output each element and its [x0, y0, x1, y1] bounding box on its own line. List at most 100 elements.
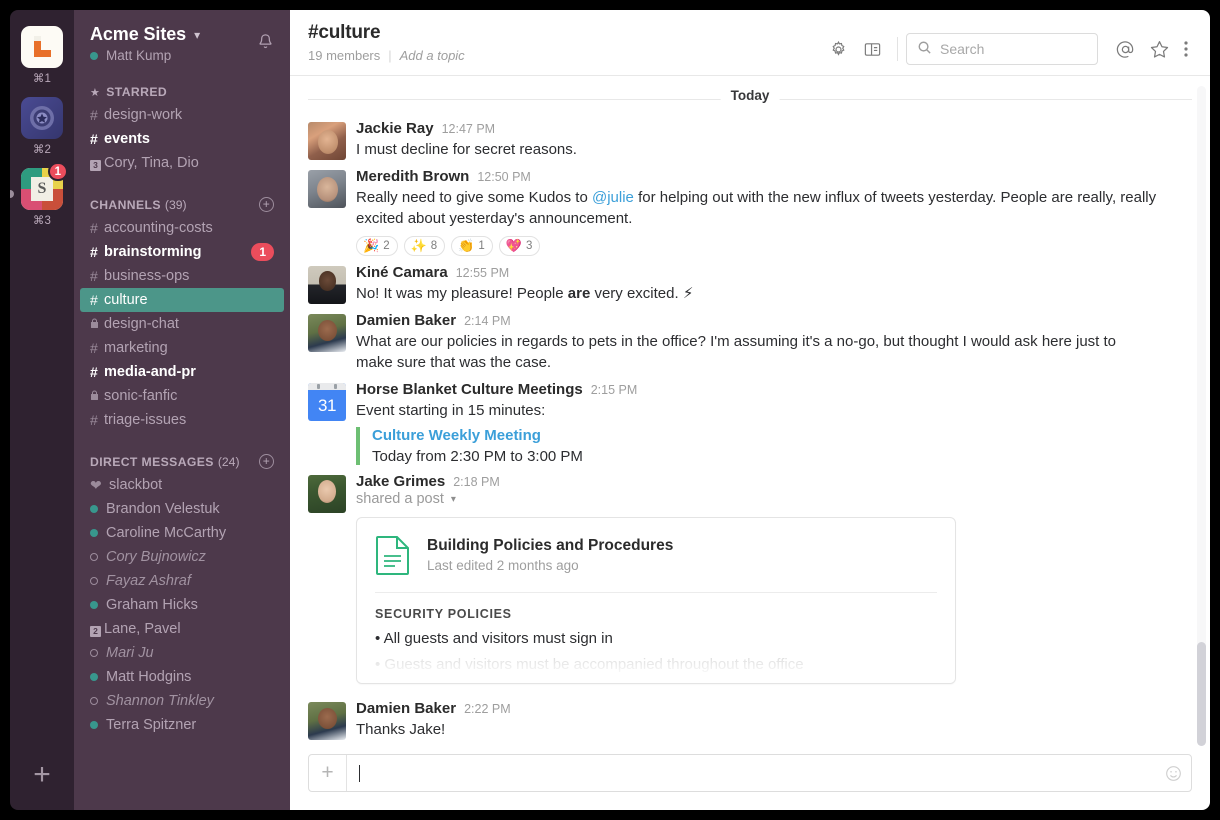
- sidebar-item-graham-hicks[interactable]: Graham Hicks: [74, 593, 290, 617]
- message-timestamp[interactable]: 12:50 PM: [477, 170, 531, 184]
- sidebar-item-label: Shannon Tinkley: [106, 693, 214, 709]
- message-author[interactable]: Jake Grimes: [356, 473, 445, 490]
- message-author[interactable]: Kiné Camara: [356, 264, 448, 281]
- reaction-sparkling-heart[interactable]: 💖 3: [499, 236, 541, 256]
- message-scrollbar-thumb[interactable]: [1197, 642, 1206, 746]
- workspace-acme-sites[interactable]: ⌘1: [10, 26, 74, 85]
- hash-icon: #: [90, 340, 104, 356]
- sidebar-item-sonic-fanfic[interactable]: sonic-fanfic: [74, 384, 290, 408]
- section-count: (24): [218, 455, 240, 469]
- sidebar-item-label: media-and-pr: [104, 364, 196, 380]
- star-outline-icon[interactable]: [1142, 32, 1176, 66]
- presence-away-icon: [90, 553, 98, 561]
- message-composer[interactable]: +: [308, 754, 1192, 792]
- avatar[interactable]: [308, 266, 346, 304]
- lock-icon: [90, 316, 104, 332]
- post-title[interactable]: Building Policies and Procedures: [427, 537, 673, 555]
- sidebar-item-triage-issues[interactable]: # triage-issues: [74, 408, 290, 432]
- event-title-link[interactable]: Culture Weekly Meeting: [372, 427, 1192, 444]
- sidebar-item-design-chat[interactable]: design-chat: [74, 312, 290, 336]
- sidebar-item-caroline-mccarthy[interactable]: Caroline McCarthy: [74, 521, 290, 545]
- sidebar-item-label: design-work: [104, 107, 182, 123]
- workspace-rail: ⌘1 ⌘2 1 S: [10, 10, 74, 810]
- hash-icon: #: [90, 244, 104, 260]
- member-count[interactable]: 19 members: [308, 48, 380, 63]
- message-author[interactable]: Damien Baker: [356, 700, 456, 717]
- reaction-count: 2: [383, 240, 389, 252]
- plus-icon[interactable]: +: [309, 755, 347, 791]
- message-timestamp[interactable]: 12:47 PM: [442, 122, 496, 136]
- sidebar-item-culture[interactable]: # culture: [80, 288, 284, 312]
- message-timestamp[interactable]: 2:22 PM: [464, 702, 511, 716]
- dm-list: ❤ slackbot Brandon Velestuk Caroline McC…: [74, 473, 290, 737]
- add-channel-button[interactable]: +: [259, 197, 274, 212]
- sidebar-item-mari-ju[interactable]: Mari Ju: [74, 641, 290, 665]
- workspace-sonic[interactable]: 1 S ⌘3: [10, 168, 74, 227]
- reaction-sparkles[interactable]: ✨ 8: [404, 236, 446, 256]
- message-input[interactable]: [347, 755, 1155, 791]
- sidebar-item-label: brainstorming: [104, 244, 201, 260]
- avatar[interactable]: [308, 122, 346, 160]
- hash-icon: #: [90, 364, 104, 380]
- message-author[interactable]: Jackie Ray: [356, 120, 434, 137]
- unread-badge: 1: [251, 243, 274, 261]
- notification-bell-icon[interactable]: [256, 32, 275, 56]
- sidebar-item-matt-hodgins[interactable]: Matt Hodgins: [74, 665, 290, 689]
- avatar[interactable]: [308, 475, 346, 513]
- message-timestamp[interactable]: 2:18 PM: [453, 475, 500, 489]
- gear-icon[interactable]: [821, 32, 855, 66]
- sidebar-item-design-work[interactable]: # design-work: [74, 103, 290, 127]
- add-dm-button[interactable]: +: [259, 454, 274, 469]
- sidebar-item-business-ops[interactable]: # business-ops: [74, 264, 290, 288]
- sidebar-item-shannon-tinkley[interactable]: Shannon Tinkley: [74, 689, 290, 713]
- sidebar-item-media-and-pr[interactable]: # media-and-pr: [74, 360, 290, 384]
- sidebar-item-slackbot[interactable]: ❤ slackbot: [74, 473, 290, 497]
- current-user[interactable]: Matt Kump: [90, 48, 274, 63]
- sidebar-item-marketing[interactable]: # marketing: [74, 336, 290, 360]
- sidebar-item-lane-pavel[interactable]: 2 Lane, Pavel: [74, 617, 290, 641]
- post-preview: SECURITY POLICIES • All guests and visit…: [357, 593, 955, 683]
- channels-list: # accounting-costs # brainstorming 1 # b…: [74, 216, 290, 432]
- sidebar-item-terra-spitzner[interactable]: Terra Spitzner: [74, 713, 290, 737]
- emoji-smiley-icon[interactable]: [1155, 755, 1191, 791]
- sidebar-item-label: Cory Bujnowicz: [106, 549, 206, 565]
- message-author[interactable]: Damien Baker: [356, 312, 456, 329]
- hash-icon: #: [90, 412, 104, 428]
- message-timestamp[interactable]: 2:15 PM: [591, 383, 638, 397]
- shared-post-card[interactable]: Building Policies and Procedures Last ed…: [356, 517, 956, 684]
- add-workspace-button[interactable]: +: [10, 760, 74, 790]
- avatar[interactable]: [308, 314, 346, 352]
- day-divider: Today: [290, 88, 1210, 110]
- sidebar-item-brandon-velestuk[interactable]: Brandon Velestuk: [74, 497, 290, 521]
- message-timestamp[interactable]: 2:14 PM: [464, 314, 511, 328]
- message-text-part: very excited. ⚡: [590, 285, 693, 302]
- section-label: CHANNELS: [90, 198, 161, 212]
- hash-icon: #: [90, 292, 104, 308]
- sidebar-item-label: business-ops: [104, 268, 189, 284]
- sidebar-item-accounting-costs[interactable]: # accounting-costs: [74, 216, 290, 240]
- message-author[interactable]: Meredith Brown: [356, 168, 469, 185]
- sidebar-item-fayaz-ashraf[interactable]: Fayaz Ashraf: [74, 569, 290, 593]
- workspace-switcher[interactable]: Acme Sites ▾: [90, 24, 274, 45]
- sidebar-item-events[interactable]: # events: [74, 127, 290, 151]
- at-mention-icon[interactable]: [1108, 32, 1142, 66]
- kebab-more-icon[interactable]: [1176, 32, 1196, 66]
- search-input[interactable]: Search: [906, 33, 1098, 65]
- sidebar-item-cory-tina-dio[interactable]: 3 Cory, Tina, Dio: [74, 151, 290, 175]
- presence-online-icon: [90, 52, 98, 60]
- user-mention-link[interactable]: @julie: [592, 189, 634, 206]
- avatar[interactable]: [308, 170, 346, 208]
- sidebar-item-cory-bujnowicz[interactable]: Cory Bujnowicz: [74, 545, 290, 569]
- shared-post-label[interactable]: shared a post ▾: [356, 491, 1192, 507]
- reaction-tada[interactable]: 🎉 2: [356, 236, 398, 256]
- message-timestamp[interactable]: 12:55 PM: [456, 266, 510, 280]
- split-panel-icon[interactable]: [855, 32, 889, 66]
- workspace-captain[interactable]: ⌘2: [10, 97, 74, 156]
- current-user-name: Matt Kump: [106, 48, 171, 63]
- avatar[interactable]: [308, 702, 346, 740]
- add-topic-link[interactable]: Add a topic: [400, 48, 465, 63]
- sidebar-item-brainstorming[interactable]: # brainstorming 1: [74, 240, 290, 264]
- section-label: STARRED: [106, 85, 167, 99]
- reaction-clap[interactable]: 👏 1: [451, 236, 493, 256]
- message-author[interactable]: Horse Blanket Culture Meetings: [356, 381, 583, 398]
